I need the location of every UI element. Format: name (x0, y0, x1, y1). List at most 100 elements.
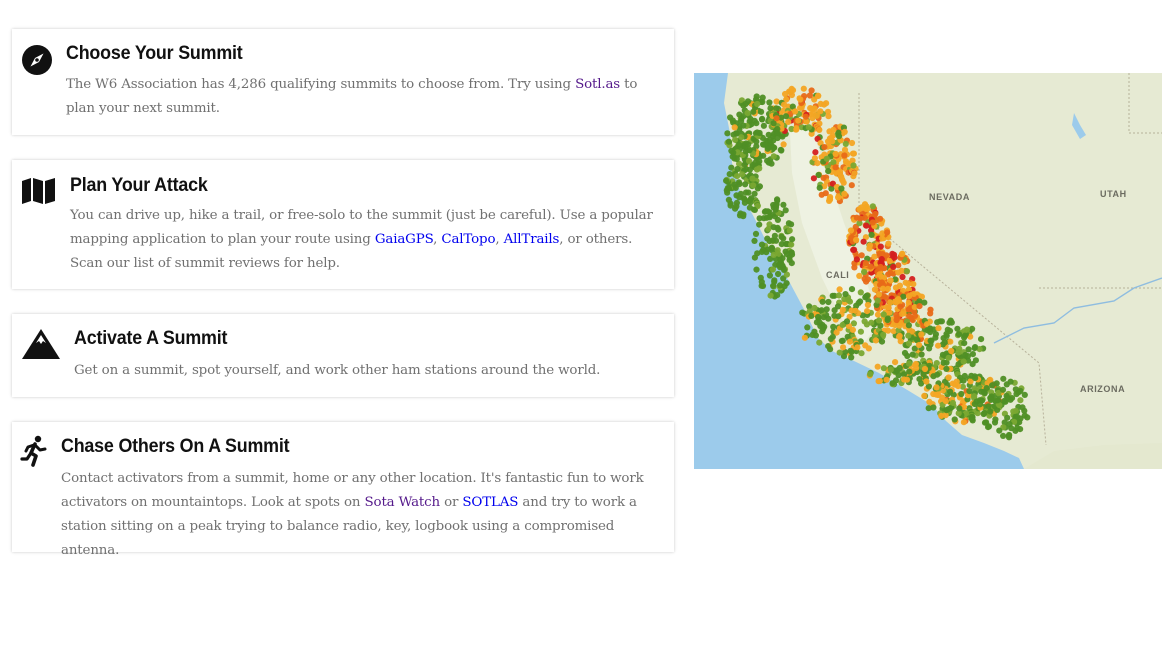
summit-dot (825, 298, 832, 306)
summit-dot (883, 376, 890, 383)
summit-dot (1006, 421, 1013, 428)
summit-dot (978, 336, 985, 343)
summit-dot (760, 246, 767, 253)
summit-dot (845, 297, 852, 304)
summit-dot (874, 297, 881, 304)
card-description: The W6 Association has 4,286 qualifying … (66, 73, 662, 121)
summit-dot (999, 386, 1007, 393)
summit-dot (758, 108, 765, 115)
summit-dot (963, 326, 970, 333)
card-text-segment: or (439, 495, 463, 510)
summit-dot (996, 427, 1003, 434)
summit-dot (935, 325, 942, 332)
summit-dot (839, 306, 846, 313)
summit-dot (724, 189, 731, 196)
summit-dot (818, 307, 825, 314)
summit-dot (740, 213, 747, 220)
summit-dot (795, 117, 802, 124)
summit-dot (797, 96, 804, 103)
summit-dot (858, 252, 865, 259)
summit-dot (745, 157, 753, 164)
summit-dot (947, 317, 954, 324)
summit-dot (893, 368, 900, 375)
summit-dot (874, 363, 881, 370)
summit-dot (858, 350, 865, 357)
summit-dot (752, 230, 760, 237)
summit-dot (816, 184, 823, 191)
summit-dot (947, 405, 954, 412)
summit-dot (766, 99, 773, 106)
summit-dot (819, 298, 826, 305)
card-title: Plan Your Attack (70, 175, 208, 196)
summit-dot (985, 424, 992, 431)
summit-dot (825, 168, 832, 175)
summit-dot (767, 292, 774, 299)
summit-dot (783, 251, 790, 258)
summit-dot (860, 238, 867, 245)
summit-dot (766, 214, 773, 221)
summit-dot (935, 342, 942, 349)
summit-dot (793, 126, 800, 133)
summit-dot (880, 365, 887, 372)
summit-dot (955, 331, 963, 338)
summit-dot (948, 347, 955, 355)
summit-dot (869, 219, 876, 226)
summit-dot (775, 261, 783, 269)
summit-dot (851, 170, 858, 177)
sota-watch-link[interactable]: Sota Watch (365, 495, 441, 510)
summit-dot (981, 409, 988, 417)
summit-dot (961, 372, 968, 380)
summit-dot (756, 158, 763, 165)
summit-dot (861, 318, 868, 325)
summit-dot (778, 233, 785, 240)
summit-dot (760, 215, 768, 222)
gaiagps-link[interactable]: GaiaGPS (375, 232, 433, 247)
summit-dot (910, 290, 917, 297)
summit-dot (742, 181, 749, 188)
summit-dot (775, 226, 782, 233)
summit-dot (883, 252, 890, 259)
summit-dot (960, 419, 967, 426)
summit-dot (927, 310, 934, 317)
summit-dot (1024, 414, 1031, 421)
summit-dot (987, 408, 994, 415)
sotlas-link[interactable]: Sotl.as (575, 77, 620, 92)
summit-dot (774, 216, 781, 223)
summit-dot (901, 376, 908, 383)
summit-dot (847, 347, 854, 354)
summit-dot (816, 126, 823, 133)
summit-dot (831, 312, 838, 319)
summit-dot (916, 303, 923, 310)
summit-dot (880, 331, 887, 338)
summit-dot (861, 268, 868, 276)
summit-dot (947, 388, 954, 395)
summit-dot (863, 222, 870, 229)
sotlas-map-link[interactable]: SOTLAS (462, 495, 518, 510)
summit-dot (792, 108, 799, 115)
summit-dot (905, 306, 912, 313)
summit-dot (786, 227, 793, 234)
summit-dot (745, 189, 752, 196)
summit-dot (943, 365, 950, 372)
summit-dot (871, 286, 879, 293)
summit-map[interactable]: NEVADA UTAH ARIZONA CALI (694, 73, 1162, 469)
summit-dot (848, 354, 855, 361)
summit-dot (1013, 413, 1021, 420)
summit-dot (773, 115, 780, 122)
alltrails-link[interactable]: AllTrails (504, 232, 560, 247)
summit-dot (754, 250, 761, 257)
summit-dot (934, 319, 941, 326)
summit-dot (825, 138, 832, 145)
summit-dot (835, 194, 842, 201)
summit-dot (772, 204, 780, 211)
card-plan-attack: Plan Your Attack You can drive up, hike … (12, 160, 674, 289)
summit-dot (961, 332, 969, 339)
summit-dot (918, 331, 925, 338)
summit-dot (831, 307, 838, 314)
card-text-segment: , (495, 232, 504, 247)
summit-dot (994, 397, 1001, 404)
summit-dot (744, 98, 752, 105)
summit-dot (806, 92, 813, 99)
caltopo-link[interactable]: CalTopo (441, 232, 495, 247)
summit-dot (890, 263, 897, 270)
